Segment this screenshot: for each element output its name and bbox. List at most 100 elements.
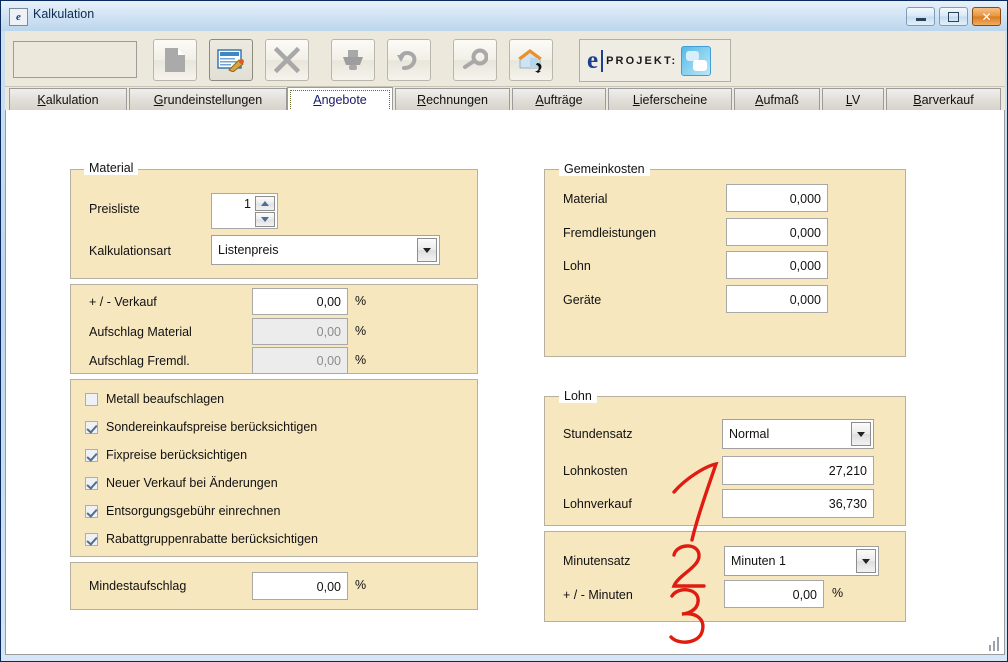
eprojekt-logo: e PROJEKT: <box>579 39 731 82</box>
edit-page-icon <box>217 48 245 72</box>
minuten-unit: % <box>832 586 843 600</box>
checkbox-label: Neuer Verkauf bei Änderungen <box>106 476 278 490</box>
tab-grundeinstellungen[interactable]: Grundeinstellungen <box>129 88 287 110</box>
material-panel-markup: + / - Verkauf 0,00 % Aufschlag Material … <box>70 284 478 374</box>
verkauf-input[interactable]: 0,00 <box>252 288 348 315</box>
checkbox-label: Rabattgruppenrabatte berücksichtigen <box>106 532 318 546</box>
tab-barverkauf[interactable]: Barverkauf <box>886 88 1001 110</box>
undo-button[interactable] <box>387 39 431 81</box>
delete-button[interactable] <box>265 39 309 81</box>
material-panel-options: Metall beaufschlagen Sondereinkaufspreis… <box>70 379 478 557</box>
tab-label: Barverkauf <box>913 93 973 107</box>
gemeinkosten-geraete-label: Geräte <box>563 293 601 307</box>
preisliste-stepper-up[interactable] <box>255 196 275 211</box>
client-area: e PROJEKT: Kalkulation Grundeinstellunge… <box>5 31 1005 655</box>
tab-label: Rechnungen <box>417 93 488 107</box>
gemeinkosten-panel: Gemeinkosten Material 0,000 Fremdleistun… <box>544 169 906 357</box>
gemeinkosten-fremdleistungen-input[interactable]: 0,000 <box>726 218 828 246</box>
maximize-button[interactable] <box>939 7 968 26</box>
title-bar: e Kalkulation ✕ <box>1 1 1007 31</box>
checkbox-entsorgungsgebuehr[interactable] <box>85 505 98 518</box>
home-button[interactable] <box>509 39 553 81</box>
tab-label: Lieferscheine <box>633 93 707 107</box>
tab-aufmass[interactable]: Aufmaß <box>734 88 820 110</box>
toolbar: e PROJEKT: <box>5 31 1005 87</box>
minutensatz-label: Minutensatz <box>563 554 630 568</box>
edit-document-button[interactable] <box>209 39 253 81</box>
checkbox-rabattgruppenrabatte[interactable] <box>85 533 98 546</box>
tab-label: LV <box>846 93 860 107</box>
chevron-down-icon[interactable] <box>417 238 437 262</box>
material-panel-top: Preisliste 1 Kalkulationsart Listenpreis <box>70 169 478 279</box>
stundensatz-label: Stundensatz <box>563 427 633 441</box>
resize-grip[interactable] <box>987 637 1001 651</box>
tab-strip: Kalkulation Grundeinstellungen Angebote … <box>5 87 1005 111</box>
gemeinkosten-geraete-input[interactable]: 0,000 <box>726 285 828 313</box>
chevron-down-icon[interactable] <box>851 422 871 446</box>
lohnverkauf-input[interactable]: 36,730 <box>722 489 874 518</box>
house-icon <box>517 47 545 73</box>
logo-e-mark: e <box>587 48 598 73</box>
checkbox-row[interactable]: Sondereinkaufspreise berücksichtigen <box>85 418 317 436</box>
material-panel-mindestaufschlag: Mindestaufschlag 0,00 % <box>70 562 478 610</box>
minimize-icon <box>916 18 926 21</box>
checkbox-sondereinkaufspreise[interactable] <box>85 421 98 434</box>
gemeinkosten-lohn-input[interactable]: 0,000 <box>726 251 828 279</box>
tab-lieferscheine[interactable]: Lieferscheine <box>608 88 732 110</box>
checkbox-label: Fixpreise berücksichtigen <box>106 448 247 462</box>
checkbox-neuer-verkauf[interactable] <box>85 477 98 490</box>
aufschlag-fremdl-label: Aufschlag Fremdl. <box>89 354 190 368</box>
chevron-down-icon[interactable] <box>856 549 876 573</box>
checkbox-row[interactable]: Metall beaufschlagen <box>85 390 224 408</box>
toolbar-text-field[interactable] <box>13 41 137 78</box>
minuten-label: + / - Minuten <box>563 588 633 602</box>
tab-auftraege[interactable]: Aufträge <box>512 88 606 110</box>
print-button[interactable] <box>331 39 375 81</box>
gemeinkosten-material-input[interactable]: 0,000 <box>726 184 828 212</box>
mindestaufschlag-input[interactable]: 0,00 <box>252 572 348 600</box>
close-icon: ✕ <box>981 11 991 23</box>
tab-label: Aufträge <box>535 93 582 107</box>
minutensatz-select[interactable]: Minuten 1 <box>724 546 879 576</box>
checkbox-row[interactable]: Neuer Verkauf bei Änderungen <box>85 474 278 492</box>
aufschlag-fremdl-unit: % <box>355 353 366 367</box>
stundensatz-select[interactable]: Normal <box>722 419 874 449</box>
aufschlag-fremdl-input: 0,00 <box>252 347 348 374</box>
mindestaufschlag-label: Mindestaufschlag <box>89 579 186 593</box>
tab-label: Aufmaß <box>755 93 799 107</box>
search-button[interactable] <box>453 39 497 81</box>
checkbox-row[interactable]: Entsorgungsgebühr einrechnen <box>85 502 280 520</box>
tab-lv[interactable]: LV <box>822 88 884 110</box>
preisliste-value: 1 <box>212 197 251 211</box>
undo-arrow-icon <box>396 48 422 72</box>
close-button[interactable]: ✕ <box>972 7 1001 26</box>
verkauf-unit: % <box>355 294 366 308</box>
aufschlag-material-input: 0,00 <box>252 318 348 345</box>
preisliste-stepper-down[interactable] <box>255 212 275 227</box>
printer-icon <box>341 48 365 72</box>
minimize-button[interactable] <box>906 7 935 26</box>
annotation-1 <box>666 462 732 544</box>
lohnkosten-input[interactable]: 27,210 <box>722 456 874 485</box>
checkbox-row[interactable]: Rabattgruppenrabatte berücksichtigen <box>85 530 318 548</box>
tab-rechnungen[interactable]: Rechnungen <box>395 88 510 110</box>
new-document-button[interactable] <box>153 39 197 81</box>
tab-angebote[interactable]: Angebote <box>287 87 393 111</box>
group-material-legend: Material <box>84 161 138 175</box>
minutensatz-value: Minuten 1 <box>731 554 786 568</box>
checkbox-row[interactable]: Fixpreise berücksichtigen <box>85 446 247 464</box>
verkauf-label: + / - Verkauf <box>89 295 157 309</box>
checkbox-label: Entsorgungsgebühr einrechnen <box>106 504 280 518</box>
preisliste-label: Preisliste <box>89 202 140 216</box>
stundensatz-value: Normal <box>729 427 769 441</box>
kalkulationsart-select[interactable]: Listenpreis <box>211 235 440 265</box>
minuten-input[interactable]: 0,00 <box>724 580 824 608</box>
close-x-icon <box>274 47 300 73</box>
page-icon <box>163 47 187 73</box>
gemeinkosten-fremdleistungen-label: Fremdleistungen <box>563 226 656 240</box>
tab-kalkulation[interactable]: Kalkulation <box>9 88 127 110</box>
annotation-3 <box>666 587 714 649</box>
checkbox-metall-beaufschlagen[interactable] <box>85 393 98 406</box>
preisliste-stepper[interactable]: 1 <box>211 193 278 229</box>
checkbox-fixpreise[interactable] <box>85 449 98 462</box>
